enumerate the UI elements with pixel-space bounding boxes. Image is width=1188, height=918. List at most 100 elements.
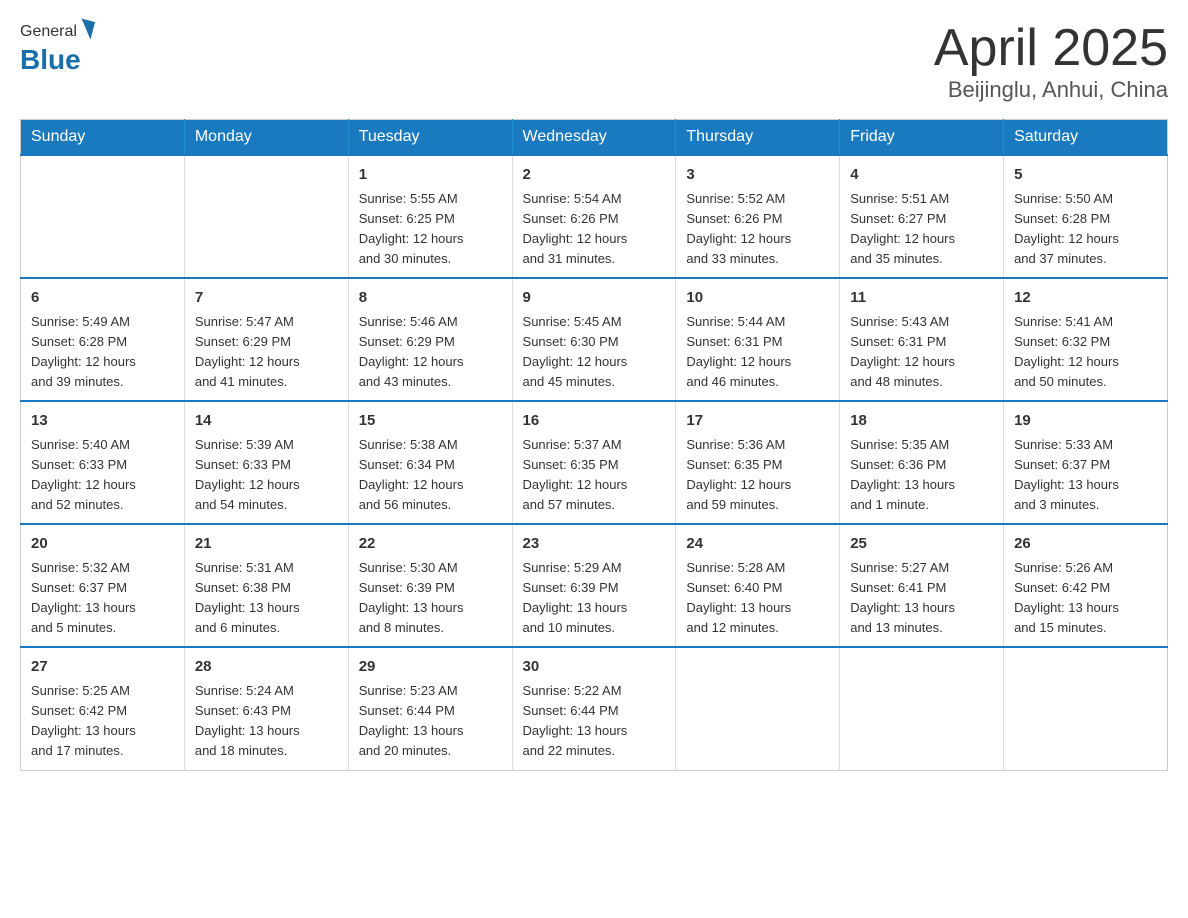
calendar-header-row: SundayMondayTuesdayWednesdayThursdayFrid… (21, 120, 1168, 156)
day-info: Sunrise: 5:32 AMSunset: 6:37 PMDaylight:… (31, 558, 174, 639)
calendar-cell: 20Sunrise: 5:32 AMSunset: 6:37 PMDayligh… (21, 524, 185, 647)
day-info: Sunrise: 5:43 AMSunset: 6:31 PMDaylight:… (850, 312, 993, 393)
calendar-cell: 4Sunrise: 5:51 AMSunset: 6:27 PMDaylight… (840, 155, 1004, 278)
day-info: Sunrise: 5:54 AMSunset: 6:26 PMDaylight:… (523, 189, 666, 270)
calendar-cell: 30Sunrise: 5:22 AMSunset: 6:44 PMDayligh… (512, 647, 676, 770)
day-number: 20 (31, 533, 174, 556)
day-info: Sunrise: 5:39 AMSunset: 6:33 PMDaylight:… (195, 435, 338, 516)
calendar-cell: 28Sunrise: 5:24 AMSunset: 6:43 PMDayligh… (184, 647, 348, 770)
calendar-cell: 19Sunrise: 5:33 AMSunset: 6:37 PMDayligh… (1004, 401, 1168, 524)
calendar-header-friday: Friday (840, 120, 1004, 156)
day-number: 23 (523, 533, 666, 556)
calendar-cell: 22Sunrise: 5:30 AMSunset: 6:39 PMDayligh… (348, 524, 512, 647)
calendar-cell: 9Sunrise: 5:45 AMSunset: 6:30 PMDaylight… (512, 278, 676, 401)
calendar-header-monday: Monday (184, 120, 348, 156)
day-number: 14 (195, 410, 338, 433)
day-number: 8 (359, 287, 502, 310)
day-number: 22 (359, 533, 502, 556)
calendar-cell: 8Sunrise: 5:46 AMSunset: 6:29 PMDaylight… (348, 278, 512, 401)
calendar-cell: 13Sunrise: 5:40 AMSunset: 6:33 PMDayligh… (21, 401, 185, 524)
day-number: 24 (686, 533, 829, 556)
day-info: Sunrise: 5:47 AMSunset: 6:29 PMDaylight:… (195, 312, 338, 393)
day-number: 25 (850, 533, 993, 556)
day-info: Sunrise: 5:28 AMSunset: 6:40 PMDaylight:… (686, 558, 829, 639)
calendar-header-wednesday: Wednesday (512, 120, 676, 156)
calendar-table: SundayMondayTuesdayWednesdayThursdayFrid… (20, 119, 1168, 770)
calendar-header-sunday: Sunday (21, 120, 185, 156)
day-number: 13 (31, 410, 174, 433)
day-number: 29 (359, 656, 502, 679)
calendar-subtitle: Beijinglu, Anhui, China (934, 77, 1168, 103)
day-number: 2 (523, 164, 666, 187)
day-number: 4 (850, 164, 993, 187)
day-info: Sunrise: 5:38 AMSunset: 6:34 PMDaylight:… (359, 435, 502, 516)
calendar-cell (676, 647, 840, 770)
calendar-week-3: 13Sunrise: 5:40 AMSunset: 6:33 PMDayligh… (21, 401, 1168, 524)
day-info: Sunrise: 5:46 AMSunset: 6:29 PMDaylight:… (359, 312, 502, 393)
day-info: Sunrise: 5:33 AMSunset: 6:37 PMDaylight:… (1014, 435, 1157, 516)
day-info: Sunrise: 5:31 AMSunset: 6:38 PMDaylight:… (195, 558, 338, 639)
day-info: Sunrise: 5:23 AMSunset: 6:44 PMDaylight:… (359, 681, 502, 762)
logo-blue-text: Blue (20, 44, 93, 76)
calendar-week-4: 20Sunrise: 5:32 AMSunset: 6:37 PMDayligh… (21, 524, 1168, 647)
day-number: 16 (523, 410, 666, 433)
calendar-cell: 26Sunrise: 5:26 AMSunset: 6:42 PMDayligh… (1004, 524, 1168, 647)
day-info: Sunrise: 5:29 AMSunset: 6:39 PMDaylight:… (523, 558, 666, 639)
calendar-cell: 21Sunrise: 5:31 AMSunset: 6:38 PMDayligh… (184, 524, 348, 647)
day-info: Sunrise: 5:30 AMSunset: 6:39 PMDaylight:… (359, 558, 502, 639)
day-number: 28 (195, 656, 338, 679)
day-info: Sunrise: 5:55 AMSunset: 6:25 PMDaylight:… (359, 189, 502, 270)
day-number: 6 (31, 287, 174, 310)
logo: General Blue (20, 20, 93, 76)
calendar-cell: 2Sunrise: 5:54 AMSunset: 6:26 PMDaylight… (512, 155, 676, 278)
calendar-cell: 29Sunrise: 5:23 AMSunset: 6:44 PMDayligh… (348, 647, 512, 770)
logo-triangle-icon (77, 18, 95, 39)
day-number: 5 (1014, 164, 1157, 187)
calendar-header-saturday: Saturday (1004, 120, 1168, 156)
day-number: 9 (523, 287, 666, 310)
day-number: 21 (195, 533, 338, 556)
calendar-cell: 15Sunrise: 5:38 AMSunset: 6:34 PMDayligh… (348, 401, 512, 524)
calendar-title-block: April 2025 Beijinglu, Anhui, China (934, 20, 1168, 103)
day-number: 27 (31, 656, 174, 679)
calendar-cell: 11Sunrise: 5:43 AMSunset: 6:31 PMDayligh… (840, 278, 1004, 401)
day-number: 15 (359, 410, 502, 433)
calendar-header-tuesday: Tuesday (348, 120, 512, 156)
calendar-cell: 27Sunrise: 5:25 AMSunset: 6:42 PMDayligh… (21, 647, 185, 770)
day-info: Sunrise: 5:45 AMSunset: 6:30 PMDaylight:… (523, 312, 666, 393)
day-info: Sunrise: 5:22 AMSunset: 6:44 PMDaylight:… (523, 681, 666, 762)
calendar-cell: 3Sunrise: 5:52 AMSunset: 6:26 PMDaylight… (676, 155, 840, 278)
calendar-cell: 1Sunrise: 5:55 AMSunset: 6:25 PMDaylight… (348, 155, 512, 278)
day-info: Sunrise: 5:26 AMSunset: 6:42 PMDaylight:… (1014, 558, 1157, 639)
calendar-cell: 18Sunrise: 5:35 AMSunset: 6:36 PMDayligh… (840, 401, 1004, 524)
calendar-week-1: 1Sunrise: 5:55 AMSunset: 6:25 PMDaylight… (21, 155, 1168, 278)
calendar-cell: 14Sunrise: 5:39 AMSunset: 6:33 PMDayligh… (184, 401, 348, 524)
calendar-cell (21, 155, 185, 278)
day-number: 18 (850, 410, 993, 433)
calendar-cell: 25Sunrise: 5:27 AMSunset: 6:41 PMDayligh… (840, 524, 1004, 647)
day-info: Sunrise: 5:37 AMSunset: 6:35 PMDaylight:… (523, 435, 666, 516)
calendar-cell (184, 155, 348, 278)
day-info: Sunrise: 5:49 AMSunset: 6:28 PMDaylight:… (31, 312, 174, 393)
day-number: 30 (523, 656, 666, 679)
day-info: Sunrise: 5:36 AMSunset: 6:35 PMDaylight:… (686, 435, 829, 516)
day-info: Sunrise: 5:50 AMSunset: 6:28 PMDaylight:… (1014, 189, 1157, 270)
day-number: 11 (850, 287, 993, 310)
calendar-cell: 10Sunrise: 5:44 AMSunset: 6:31 PMDayligh… (676, 278, 840, 401)
day-number: 10 (686, 287, 829, 310)
day-number: 26 (1014, 533, 1157, 556)
day-number: 1 (359, 164, 502, 187)
day-number: 17 (686, 410, 829, 433)
day-number: 12 (1014, 287, 1157, 310)
calendar-cell: 23Sunrise: 5:29 AMSunset: 6:39 PMDayligh… (512, 524, 676, 647)
calendar-cell: 5Sunrise: 5:50 AMSunset: 6:28 PMDaylight… (1004, 155, 1168, 278)
calendar-week-5: 27Sunrise: 5:25 AMSunset: 6:42 PMDayligh… (21, 647, 1168, 770)
day-info: Sunrise: 5:41 AMSunset: 6:32 PMDaylight:… (1014, 312, 1157, 393)
day-number: 19 (1014, 410, 1157, 433)
calendar-header-thursday: Thursday (676, 120, 840, 156)
calendar-cell: 16Sunrise: 5:37 AMSunset: 6:35 PMDayligh… (512, 401, 676, 524)
calendar-cell: 24Sunrise: 5:28 AMSunset: 6:40 PMDayligh… (676, 524, 840, 647)
calendar-week-2: 6Sunrise: 5:49 AMSunset: 6:28 PMDaylight… (21, 278, 1168, 401)
day-info: Sunrise: 5:44 AMSunset: 6:31 PMDaylight:… (686, 312, 829, 393)
day-info: Sunrise: 5:51 AMSunset: 6:27 PMDaylight:… (850, 189, 993, 270)
